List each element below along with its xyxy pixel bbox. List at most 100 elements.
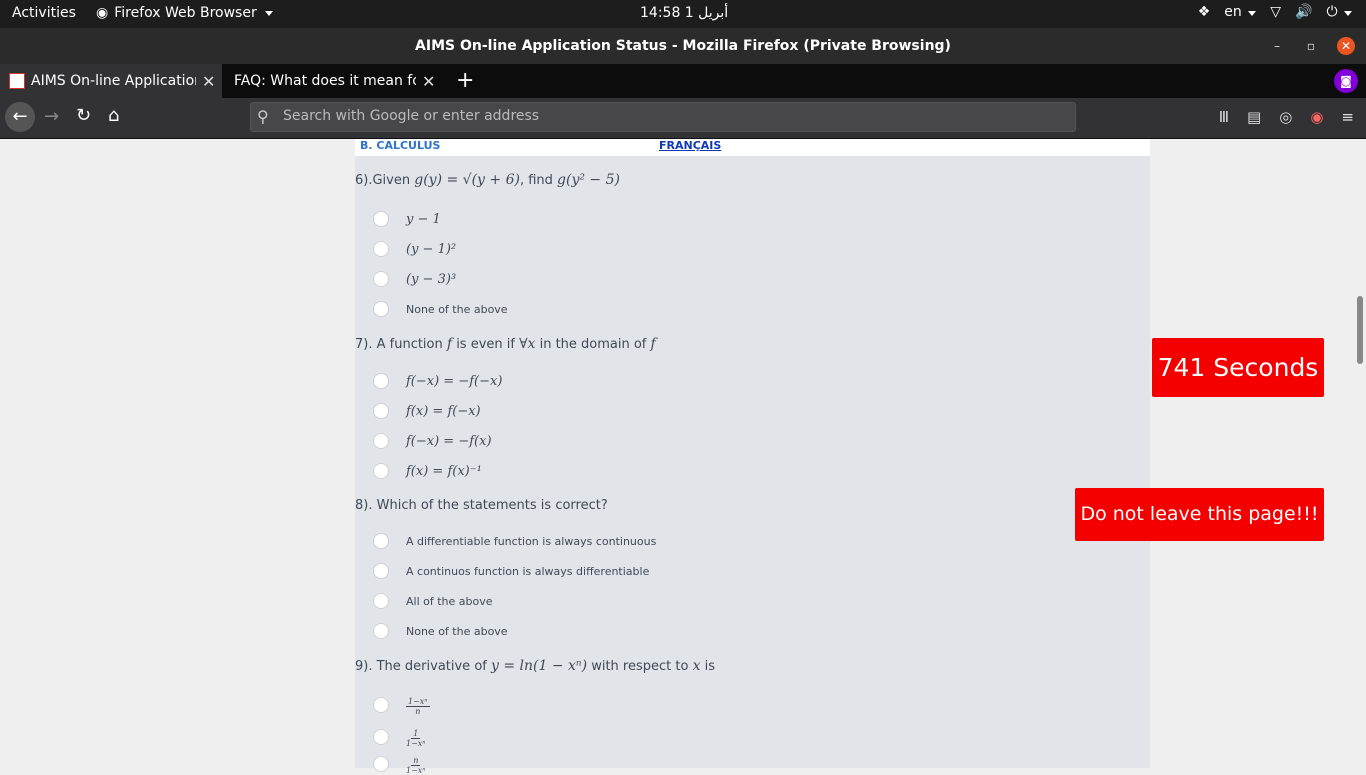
forward-button[interactable]: → bbox=[44, 106, 59, 127]
tab-faq[interactable]: FAQ: What does it mean for ✕ bbox=[226, 64, 446, 98]
radio-button[interactable] bbox=[373, 563, 389, 579]
option-label: f(x) = f(x)⁻¹ bbox=[406, 463, 482, 479]
option-6d[interactable]: None of the above bbox=[373, 301, 508, 317]
network-icon[interactable]: ▽ bbox=[1270, 4, 1281, 20]
fraction-denominator: 1−xⁿ bbox=[406, 739, 426, 748]
option-9c[interactable]: n 1−xⁿ bbox=[373, 753, 426, 775]
option-7d[interactable]: f(x) = f(x)⁻¹ bbox=[373, 463, 482, 479]
radio-button[interactable] bbox=[373, 433, 389, 449]
fraction-denominator: 1−xⁿ bbox=[406, 766, 426, 775]
language-link[interactable]: FRANÇAIS bbox=[659, 139, 721, 152]
radio-button[interactable] bbox=[373, 623, 389, 639]
fraction-numerator: n bbox=[411, 756, 421, 766]
reload-button[interactable]: ↻ bbox=[76, 105, 91, 126]
navigation-toolbar: ← → ↻ ⌂ ⚲ Ⅲ ▤ ◎ ◉ ≡ bbox=[0, 98, 1366, 139]
account-icon[interactable]: ◎ bbox=[1279, 108, 1292, 126]
leave-warning: Do not leave this page!!! bbox=[1075, 488, 1324, 541]
option-6b[interactable]: (y − 1)² bbox=[373, 241, 456, 257]
new-tab-button[interactable]: + bbox=[456, 68, 474, 93]
volume-icon[interactable]: 🔊 bbox=[1295, 4, 1312, 20]
fraction-denominator: n bbox=[415, 707, 421, 716]
app-menu-label: Firefox Web Browser bbox=[114, 5, 257, 21]
question-8: 8). Which of the statements is correct? bbox=[355, 498, 608, 513]
radio-button[interactable] bbox=[373, 729, 389, 745]
system-tray[interactable]: ❖ en ▽ 🔊 ⏻ bbox=[1198, 4, 1352, 20]
question-math: f bbox=[650, 336, 656, 352]
fraction: 1 1−xⁿ bbox=[406, 729, 426, 748]
question-text: , find bbox=[519, 173, 558, 188]
minimize-button[interactable]: – bbox=[1268, 37, 1286, 55]
language-label: en bbox=[1224, 4, 1242, 20]
close-tab-icon[interactable]: ✕ bbox=[202, 72, 215, 91]
page-viewport: B. CALCULUS FRANÇAIS 6).Given g(y) = √(y… bbox=[0, 139, 1356, 775]
question-text: with respect to bbox=[587, 659, 693, 674]
fraction: 1−xⁿ n bbox=[406, 697, 430, 716]
option-label: (y − 3)³ bbox=[406, 271, 457, 287]
radio-button[interactable] bbox=[373, 756, 389, 772]
aims-favicon-icon bbox=[9, 73, 25, 89]
fraction: n 1−xⁿ bbox=[406, 756, 426, 775]
library-icon[interactable]: Ⅲ bbox=[1219, 108, 1229, 126]
option-7b[interactable]: f(x) = f(−x) bbox=[373, 403, 481, 419]
page-scrollbar[interactable] bbox=[1356, 139, 1366, 768]
radio-button[interactable] bbox=[373, 403, 389, 419]
power-icon[interactable]: ⏻ bbox=[1326, 4, 1352, 20]
close-window-button[interactable]: ✕ bbox=[1337, 37, 1355, 55]
close-tab-icon[interactable]: ✕ bbox=[422, 72, 435, 91]
fraction-numerator: 1−xⁿ bbox=[406, 697, 430, 707]
option-6c[interactable]: (y − 3)³ bbox=[373, 271, 456, 287]
tab-bar: AIMS On-line Application Status ✕ FAQ: W… bbox=[0, 64, 1366, 98]
radio-button[interactable] bbox=[373, 211, 389, 227]
question-text: 9). The derivative of bbox=[355, 659, 491, 674]
option-8d[interactable]: None of the above bbox=[373, 623, 508, 639]
option-8c[interactable]: All of the above bbox=[373, 593, 493, 609]
activities-button[interactable]: Activities bbox=[12, 5, 76, 21]
clock[interactable]: 14:58 1 أبريل bbox=[640, 5, 728, 21]
screenshot-icon[interactable]: ◉ bbox=[1310, 108, 1323, 126]
maximize-button[interactable]: ▫ bbox=[1302, 37, 1320, 55]
scrollbar-thumb[interactable] bbox=[1357, 296, 1363, 364]
radio-button[interactable] bbox=[373, 373, 389, 389]
dropbox-icon[interactable]: ❖ bbox=[1198, 4, 1211, 20]
option-7c[interactable]: f(−x) = −f(x) bbox=[373, 433, 492, 449]
option-label: (y − 1)² bbox=[406, 241, 457, 257]
option-label: None of the above bbox=[406, 302, 508, 316]
option-8a[interactable]: A differentiable function is always cont… bbox=[373, 533, 656, 549]
radio-button[interactable] bbox=[373, 301, 389, 317]
option-8b[interactable]: A continuos function is always different… bbox=[373, 563, 649, 579]
radio-button[interactable] bbox=[373, 271, 389, 287]
menu-icon[interactable]: ≡ bbox=[1341, 108, 1354, 126]
countdown-timer: 741 Seconds bbox=[1152, 338, 1324, 397]
window-titlebar: AIMS On-line Application Status - Mozill… bbox=[0, 28, 1366, 64]
radio-button[interactable] bbox=[373, 533, 389, 549]
question-math: ∀x bbox=[519, 336, 536, 352]
radio-button[interactable] bbox=[373, 463, 389, 479]
option-7a[interactable]: f(−x) = −f(−x) bbox=[373, 373, 502, 389]
option-label: f(x) = f(−x) bbox=[406, 403, 481, 419]
option-9a[interactable]: 1−xⁿ n bbox=[373, 694, 430, 716]
sidebar-icon[interactable]: ▤ bbox=[1247, 108, 1261, 126]
radio-button[interactable] bbox=[373, 593, 389, 609]
radio-button[interactable] bbox=[373, 241, 389, 257]
url-bar[interactable]: ⚲ bbox=[250, 102, 1076, 132]
address-input[interactable] bbox=[281, 107, 1065, 125]
fraction-numerator: 1 bbox=[411, 729, 421, 739]
radio-button[interactable] bbox=[373, 697, 389, 713]
tab-label: FAQ: What does it mean for bbox=[234, 73, 416, 89]
app-menu[interactable]: ◉ Firefox Web Browser bbox=[96, 5, 273, 21]
section-header: B. CALCULUS FRANÇAIS bbox=[355, 139, 1150, 156]
home-button[interactable]: ⌂ bbox=[108, 105, 119, 126]
tab-aims-status[interactable]: AIMS On-line Application Status ✕ bbox=[0, 64, 222, 98]
option-label: f(−x) = −f(−x) bbox=[406, 373, 503, 389]
option-9b[interactable]: 1 1−xⁿ bbox=[373, 726, 426, 748]
private-browsing-icon: ◙ bbox=[1334, 69, 1358, 93]
language-indicator[interactable]: en bbox=[1224, 4, 1257, 20]
back-button[interactable]: ← bbox=[5, 102, 35, 132]
option-6a[interactable]: y − 1 bbox=[373, 211, 441, 227]
option-label: 1−xⁿ n bbox=[406, 694, 430, 716]
option-label: None of the above bbox=[406, 624, 508, 638]
question-math: g(y) = √(y + 6) bbox=[414, 172, 520, 188]
question-text: 6).Given bbox=[355, 173, 415, 188]
question-math: g(y² − 5) bbox=[557, 172, 620, 188]
section-title: B. CALCULUS bbox=[360, 139, 441, 152]
